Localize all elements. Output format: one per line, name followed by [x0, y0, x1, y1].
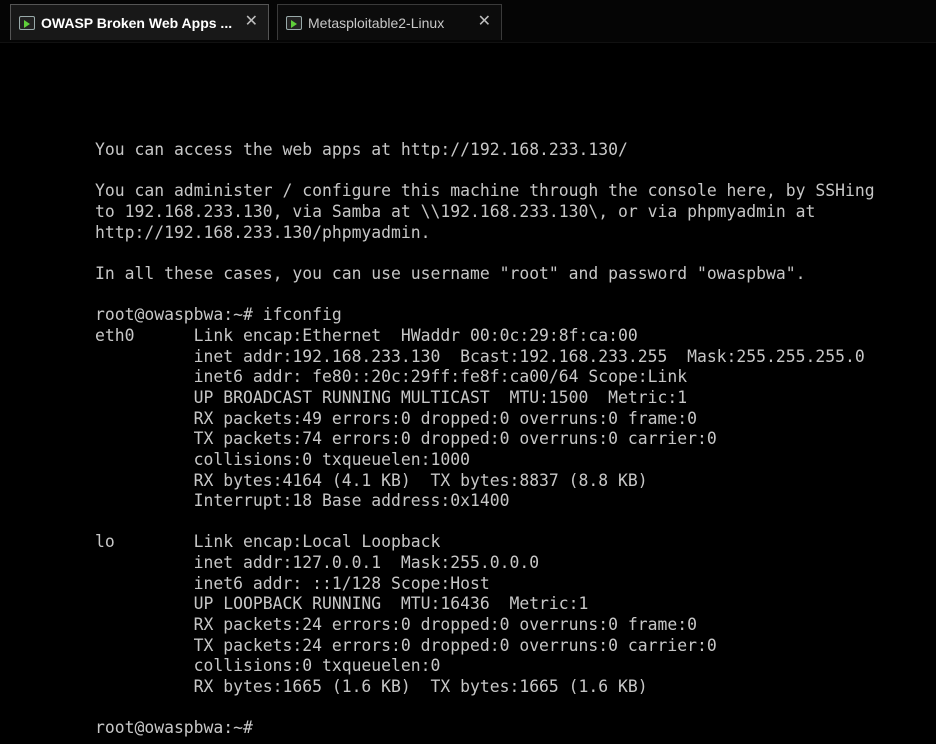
terminal-line: You can administer / configure this mach… — [95, 181, 875, 201]
terminal-line: TX packets:74 errors:0 dropped:0 overrun… — [95, 429, 717, 449]
tab-label: Metasploitable2-Linux — [308, 14, 445, 31]
terminal-line: In all these cases, you can use username… — [95, 263, 806, 283]
terminal-line: RX packets:24 errors:0 dropped:0 overrun… — [95, 615, 697, 635]
terminal-line: inet6 addr: fe80::20c:29ff:fe8f:ca00/64 … — [95, 367, 688, 387]
terminal-line: You can access the web apps at http://19… — [95, 140, 628, 159]
terminal-line: RX bytes:4164 (4.1 KB) TX bytes:8837 (8.… — [95, 470, 648, 490]
vm-play-icon — [286, 15, 302, 30]
close-icon[interactable]: ✕ — [245, 13, 258, 31]
terminal-line: TX packets:24 errors:0 dropped:0 overrun… — [95, 635, 717, 655]
terminal-line: http://192.168.233.130/phpmyadmin. — [95, 222, 431, 242]
terminal-line: inet6 addr: ::1/128 Scope:Host — [95, 573, 490, 593]
close-icon[interactable]: ✕ — [478, 13, 491, 31]
terminal-line: UP LOOPBACK RUNNING MTU:16436 Metric:1 — [95, 594, 589, 614]
terminal-line: RX bytes:1665 (1.6 KB) TX bytes:1665 (1.… — [95, 677, 648, 697]
terminal-line: collisions:0 txqueuelen:0 — [95, 656, 441, 676]
terminal-line: root@owaspbwa:~# ifconfig — [95, 305, 342, 325]
terminal-line: lo Link encap:Local Loopback — [95, 532, 441, 552]
tab-bar: OWASP Broken Web Apps ... ✕ Metasploitab… — [0, 0, 936, 43]
terminal-console[interactable]: You can access the web apps at http://19… — [95, 140, 925, 739]
terminal-line: root@owaspbwa:~# — [95, 718, 253, 738]
tab-owasp-broken-web-apps[interactable]: OWASP Broken Web Apps ... ✕ — [10, 4, 269, 40]
terminal-line: to 192.168.233.130, via Samba at \\192.1… — [95, 201, 816, 221]
terminal-line: eth0 Link encap:Ethernet HWaddr 00:0c:29… — [95, 325, 638, 345]
terminal-line: RX packets:49 errors:0 dropped:0 overrun… — [95, 408, 697, 428]
terminal-line: collisions:0 txqueuelen:1000 — [95, 449, 470, 469]
tab-label: OWASP Broken Web Apps ... — [41, 14, 233, 31]
terminal-line: inet addr:127.0.0.1 Mask:255.0.0.0 — [95, 553, 540, 573]
terminal-line: UP BROADCAST RUNNING MULTICAST MTU:1500 … — [95, 387, 688, 407]
terminal-line: Interrupt:18 Base address:0x1400 — [95, 491, 510, 511]
vm-play-icon — [19, 15, 35, 30]
tab-metasploitable2-linux[interactable]: Metasploitable2-Linux ✕ — [277, 4, 502, 40]
terminal-line: inet addr:192.168.233.130 Bcast:192.168.… — [95, 346, 865, 366]
